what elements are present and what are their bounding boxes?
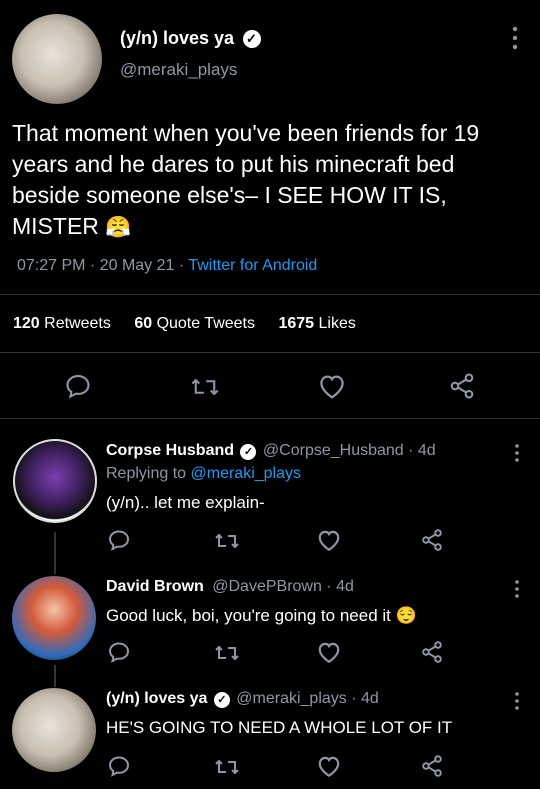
- likes-label: Likes: [318, 315, 356, 332]
- relieved-face-emoji: 😌: [395, 606, 417, 625]
- reply-avatar[interactable]: [12, 688, 96, 772]
- like-icon[interactable]: [317, 372, 347, 400]
- reply-header: David Brown @DavePBrown · 4d: [106, 578, 354, 596]
- share-icon[interactable]: [420, 640, 444, 664]
- replying-to-handle[interactable]: @meraki_plays: [191, 465, 302, 482]
- like-icon[interactable]: [316, 754, 342, 778]
- reply-avatar[interactable]: [12, 576, 96, 660]
- reply-icon[interactable]: [107, 640, 131, 664]
- reply-handle-time[interactable]: @Corpse_Husband · 4d: [263, 442, 436, 459]
- reply-icon[interactable]: [107, 528, 131, 552]
- share-icon[interactable]: [448, 372, 476, 400]
- quotes-count: 60: [134, 315, 153, 332]
- quotes-stat[interactable]: 60 Quote Tweets: [134, 315, 259, 332]
- retweets-count: 120: [13, 315, 40, 332]
- verified-icon: ✓: [240, 444, 257, 460]
- thread-line: [54, 665, 56, 687]
- divider: [0, 294, 540, 295]
- divider: [0, 352, 540, 353]
- more-icon[interactable]: [510, 579, 524, 599]
- divider: [0, 418, 540, 419]
- retweets-label: Retweets: [44, 315, 111, 332]
- more-icon[interactable]: [510, 443, 524, 463]
- main-tweet-handle[interactable]: @meraki_plays: [120, 60, 237, 80]
- reply-handle-time[interactable]: @meraki_plays · 4d: [236, 690, 379, 707]
- verified-icon: ✓: [242, 30, 261, 48]
- reply-header: Corpse Husband ✓ @Corpse_Husband · 4d: [106, 442, 436, 460]
- main-tweet-text: That moment when you've been friends for…: [12, 118, 522, 243]
- quotes-label: Quote Tweets: [156, 315, 255, 332]
- retweet-icon[interactable]: [214, 641, 240, 665]
- reply-display-name[interactable]: (y/n) loves ya: [106, 690, 207, 707]
- more-icon[interactable]: [510, 691, 524, 711]
- retweet-icon[interactable]: [190, 373, 220, 401]
- tired-face-emoji: 😤: [105, 216, 132, 239]
- main-tweet-text-content: That moment when you've been friends for…: [12, 120, 480, 239]
- reply-display-name[interactable]: Corpse Husband: [106, 442, 234, 459]
- replying-to-line: Replying to @meraki_plays: [106, 465, 301, 483]
- likes-stat[interactable]: 1675 Likes: [278, 315, 355, 332]
- replying-to-prefix: Replying to: [106, 465, 191, 482]
- main-tweet-avatar[interactable]: [12, 14, 102, 104]
- main-tweet-time-date: 07:27 PM · 20 May 21 ·: [17, 257, 189, 274]
- reply-handle-time[interactable]: @DavePBrown · 4d: [212, 578, 354, 595]
- share-icon[interactable]: [420, 754, 444, 778]
- reply-text: HE'S GOING TO NEED A WHOLE LOT OF IT: [106, 718, 453, 737]
- reply-icon[interactable]: [64, 372, 92, 400]
- reply-text-line: Good luck, boi, you're going to need it …: [106, 606, 417, 626]
- like-icon[interactable]: [316, 528, 342, 552]
- reply-header: (y/n) loves ya ✓ @meraki_plays · 4d: [106, 690, 379, 708]
- reply-text: (y/n).. let me explain-: [106, 493, 265, 512]
- verified-icon: ✓: [213, 692, 230, 708]
- retweet-icon[interactable]: [214, 529, 240, 553]
- main-tweet-header: (y/n) loves ya ✓: [120, 28, 261, 49]
- main-tweet-meta: 07:27 PM · 20 May 21 · Twitter for Andro…: [17, 257, 317, 275]
- retweets-stat[interactable]: 120 Retweets: [13, 315, 115, 332]
- like-icon[interactable]: [316, 640, 342, 664]
- likes-count: 1675: [278, 315, 315, 332]
- thread-line: [54, 532, 56, 574]
- share-icon[interactable]: [420, 528, 444, 552]
- reply-text: Good luck, boi, you're going to need it: [106, 606, 391, 625]
- reply-avatar[interactable]: [13, 439, 97, 523]
- main-tweet-source[interactable]: Twitter for Android: [188, 257, 317, 274]
- more-icon[interactable]: [506, 24, 524, 52]
- reply-icon[interactable]: [107, 754, 131, 778]
- main-tweet-display-name[interactable]: (y/n) loves ya: [120, 28, 234, 48]
- main-tweet-stats: 120 Retweets 60 Quote Tweets 1675 Likes: [13, 315, 356, 333]
- retweet-icon[interactable]: [214, 755, 240, 779]
- reply-display-name[interactable]: David Brown: [106, 578, 204, 595]
